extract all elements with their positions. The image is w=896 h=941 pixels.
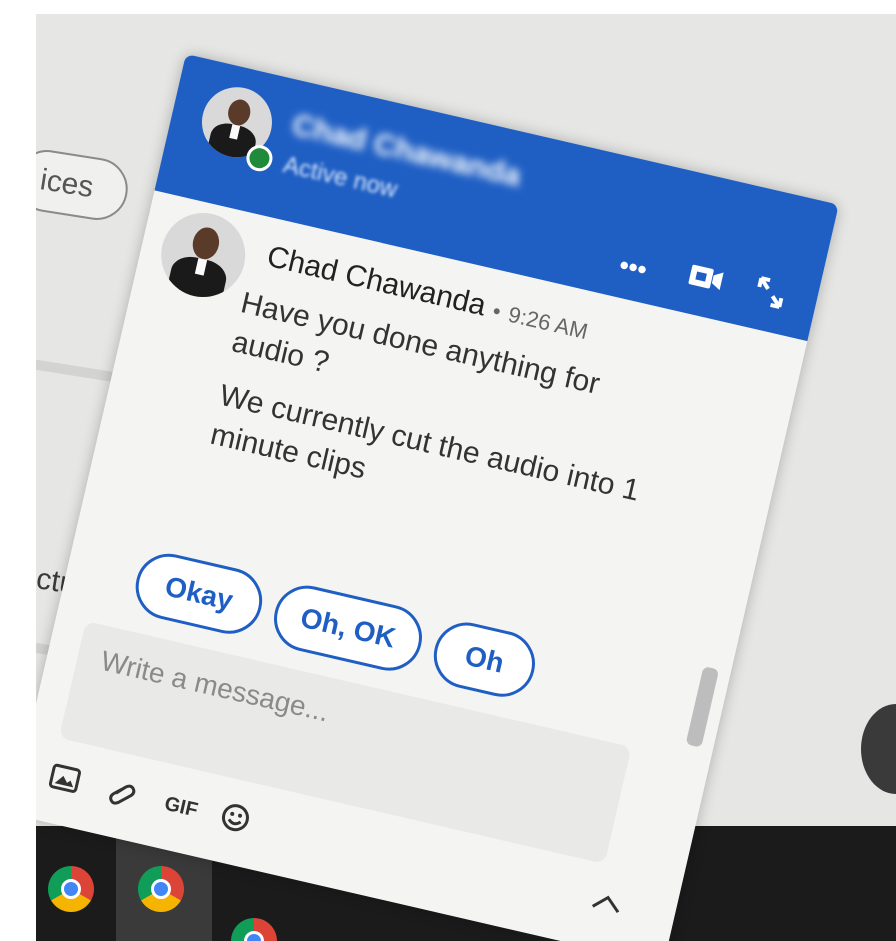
side-avatar[interactable]: [861, 704, 896, 794]
chrome-app-taskbar-icon[interactable]: [231, 918, 277, 941]
message-time: 9:26 AM: [505, 301, 591, 345]
background-pill-services[interactable]: ices: [36, 145, 133, 225]
image-icon[interactable]: [46, 762, 83, 801]
message-separator: •: [490, 297, 504, 325]
chat-window: Chad Chawanda Active now ••• Chad Chawan…: [36, 54, 839, 941]
quick-reply-oh[interactable]: Oh: [427, 616, 542, 704]
more-options-icon[interactable]: •••: [616, 249, 650, 285]
sender-avatar[interactable]: [152, 204, 254, 306]
quick-reply-oh-ok[interactable]: Oh, OK: [267, 579, 429, 678]
video-call-icon[interactable]: [685, 261, 726, 301]
chevron-up-icon[interactable]: [588, 885, 626, 922]
emoji-icon[interactable]: [216, 800, 254, 843]
chrome-profile-taskbar-icon[interactable]: [138, 866, 184, 912]
chat-scrollbar[interactable]: [685, 666, 720, 748]
chrome-taskbar-icon[interactable]: [48, 866, 94, 912]
expand-icon[interactable]: [751, 275, 789, 318]
paperclip-icon[interactable]: [104, 776, 139, 816]
screen: ices Mc cturing Chad Chawanda: [36, 14, 896, 941]
quick-reply-okay[interactable]: Okay: [129, 547, 269, 641]
gif-button[interactable]: GIF: [162, 793, 199, 823]
